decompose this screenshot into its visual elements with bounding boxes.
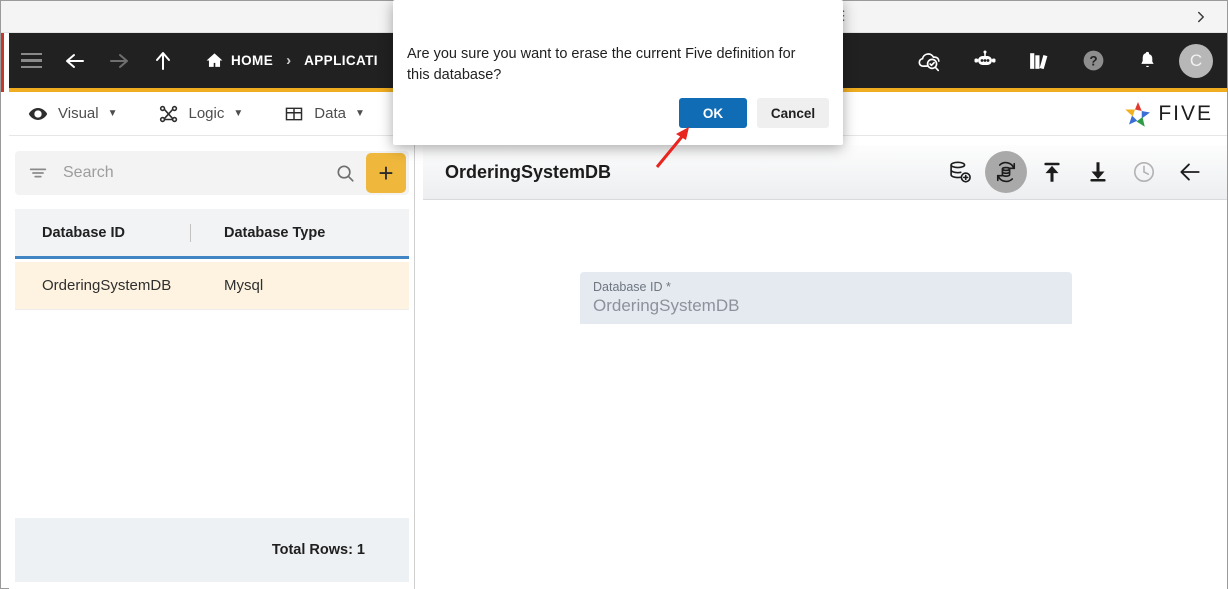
five-logo: FIVE [1123,99,1227,129]
breadcrumb-home-label: HOME [231,53,274,68]
grid-table-icon [283,103,305,125]
cell-database-type: Mysql [224,277,264,294]
chevron-down-icon: ▼ [107,108,118,119]
hamburger-icon[interactable] [9,39,53,83]
filter-icon[interactable] [27,162,49,184]
chevron-down-icon: ▼ [233,108,244,119]
five-logo-text: FIVE [1158,101,1213,125]
eye-icon [27,103,49,125]
add-database-button[interactable]: + [366,153,406,193]
bell-icon[interactable] [1125,39,1169,83]
cloud-check-icon[interactable] [909,39,953,83]
database-id-label: Database ID * [593,280,671,294]
database-detail-panel: OrderingSystemDB Database ID * OrderingS… [415,141,1227,589]
menu-data[interactable]: Data ▼ [283,103,365,125]
arrow-up-icon[interactable] [141,39,185,83]
list-footer: Total Rows: 1 [15,518,409,582]
add-database-icon[interactable] [939,151,981,193]
page-title: OrderingSystemDB [445,161,612,182]
menu-visual-label: Visual [58,105,99,122]
column-header-database-type[interactable]: Database Type [191,225,325,241]
breadcrumb-application[interactable]: APPLICATI [300,53,382,68]
home-icon [205,51,224,70]
avatar[interactable]: C [1179,43,1213,78]
download-icon[interactable] [1077,151,1119,193]
detail-form: Database ID * OrderingSystemDB [423,200,1227,585]
logic-nodes-icon [158,103,180,125]
database-list-panel: + Database ID Database Type OrderingSyst… [9,141,415,589]
database-id-field[interactable]: Database ID * OrderingSystemDB [580,272,1072,324]
column-header-database-id[interactable]: Database ID [15,225,190,241]
history-clock-icon [1123,151,1165,193]
back-arrow-icon[interactable] [1169,151,1211,193]
list-table-header: Database ID Database Type [15,209,409,259]
breadcrumb-home[interactable]: HOME [201,51,277,70]
cancel-button[interactable]: Cancel [757,98,829,128]
total-rows-label: Total Rows: 1 [271,542,365,558]
dialog-message: Are you sure you want to erase the curre… [407,46,796,83]
five-pinwheel-icon [1123,99,1153,129]
svg-text:?: ? [1089,54,1097,69]
database-id-value: OrderingSystemDB [593,296,740,315]
menu-data-label: Data [314,105,346,122]
menu-logic-label: Logic [188,105,225,122]
chevron-down-icon: ▼ [354,108,365,119]
dialog-actions: OK Cancel [679,98,829,128]
chat-bot-icon[interactable] [963,39,1007,83]
app-window: ⋮ HOME › APPLICATI ? C Visual ▼ Logic ▼ … [0,0,1228,589]
chevron-right-icon[interactable] [1189,5,1213,29]
search-input[interactable] [63,164,334,182]
help-icon[interactable]: ? [1071,39,1115,83]
ok-button[interactable]: OK [679,98,747,128]
breadcrumb-separator: › [286,52,292,69]
confirm-dialog: Are you sure you want to erase the curre… [393,0,843,145]
books-icon[interactable] [1017,39,1061,83]
menu-visual[interactable]: Visual ▼ [27,103,118,125]
topnav-actions: ? C [909,39,1227,83]
upload-icon[interactable] [1031,151,1073,193]
arrow-right-icon[interactable] [97,39,141,83]
search-bar: + [15,151,409,195]
import-database-schema-icon[interactable] [985,151,1027,193]
arrow-left-icon[interactable] [53,39,97,83]
menu-logic[interactable]: Logic ▼ [158,103,244,125]
detail-header: OrderingSystemDB [423,145,1227,200]
search-icon[interactable] [334,162,366,184]
left-edge-accent [1,33,4,92]
list-empty-area [15,310,409,518]
table-row[interactable]: OrderingSystemDB Mysql [15,262,409,310]
detail-toolbar [939,151,1227,193]
cell-database-id: OrderingSystemDB [42,277,172,294]
